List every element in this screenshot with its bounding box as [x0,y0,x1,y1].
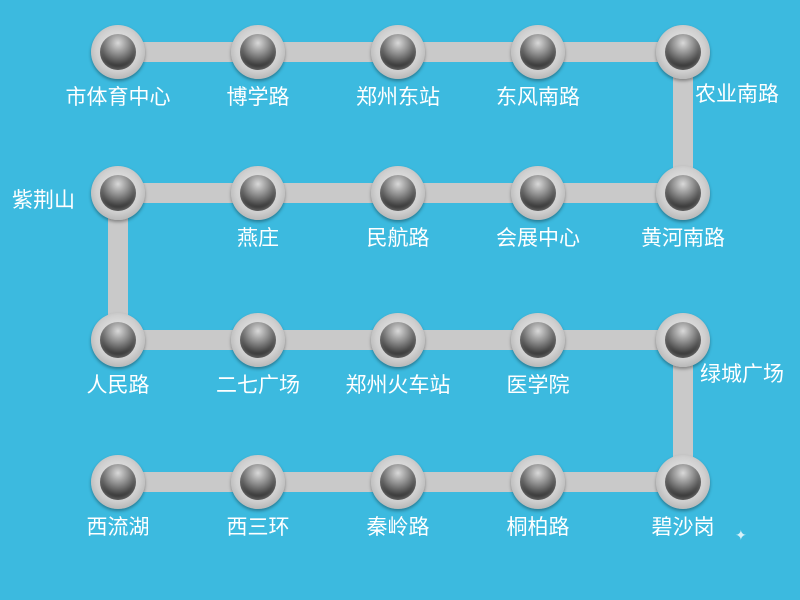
station-label: 秦岭路 [366,515,430,539]
station-label: 燕庄 [237,226,279,250]
station-label: 黄河南路 [641,226,725,250]
station-marker[interactable] [91,313,145,367]
station-label: 市体育中心 [65,85,171,109]
station-label: 民航路 [366,226,430,250]
station-label: 绿城广场 [700,362,784,386]
station-marker[interactable] [231,313,285,367]
station-label: 博学路 [226,85,290,109]
station-marker[interactable] [371,166,425,220]
station-label: 东风南路 [496,85,580,109]
station-marker[interactable] [231,25,285,79]
station-marker[interactable] [511,166,565,220]
station-label: 农业南路 [695,82,779,106]
station-marker[interactable] [91,25,145,79]
station-marker[interactable] [371,25,425,79]
station-marker[interactable] [231,455,285,509]
station-marker[interactable] [231,166,285,220]
station-marker[interactable] [511,25,565,79]
station-marker[interactable] [91,455,145,509]
station-marker[interactable] [371,455,425,509]
station-label: 碧沙岗 [651,515,715,539]
station-label: 西流湖 [86,515,150,539]
station-label: 二七广场 [216,373,300,397]
station-marker[interactable] [371,313,425,367]
sparkle-icon: ✦ [735,528,747,544]
metro-route-diagram: 市体育中心 博学路 郑州东站 东风南路 农业南路紫荆山燕庄 民航路 会展中心 黄河南路人民路 二… [0,0,800,600]
station-marker[interactable] [511,313,565,367]
station-marker[interactable] [656,455,710,509]
station-marker[interactable] [656,166,710,220]
station-label: 郑州东站 [356,85,440,109]
station-marker[interactable] [511,455,565,509]
station-label: 郑州火车站 [345,373,451,397]
station-label: 会展中心 [496,226,580,250]
station-marker[interactable] [91,166,145,220]
station-marker[interactable] [656,313,710,367]
station-label: 医学院 [506,373,570,397]
station-label: 人民路 [86,373,150,397]
station-label: 紫荆山 [12,188,75,212]
station-marker[interactable] [656,25,710,79]
station-label: 西三环 [226,515,290,539]
station-label: 桐柏路 [506,515,570,539]
